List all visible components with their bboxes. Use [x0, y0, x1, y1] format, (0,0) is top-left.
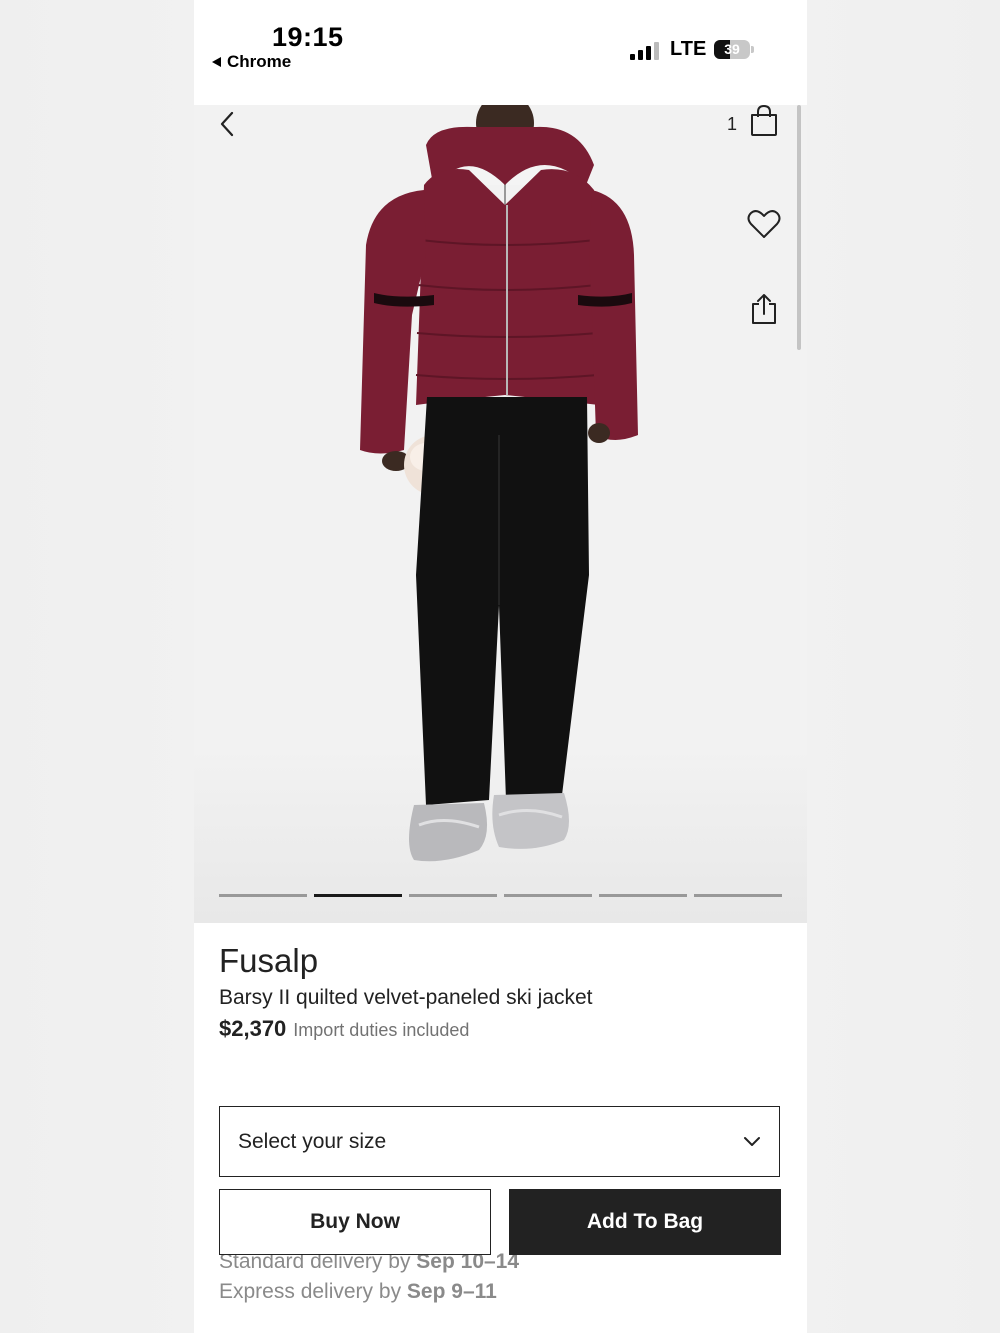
- duties-note: Import duties included: [293, 1020, 470, 1040]
- product-price: $2,370: [219, 1016, 287, 1041]
- delivery-info: Standard delivery by Sep 10–14 Express d…: [219, 1247, 519, 1307]
- gallery-pagination: [219, 894, 782, 897]
- bag-count: 1: [727, 114, 738, 134]
- pagination-dot[interactable]: [219, 894, 307, 897]
- product-name: Barsy II quilted velvet-paneled ski jack…: [219, 986, 593, 1009]
- battery-level: 39: [724, 41, 740, 57]
- phone-screen: 19:15 Chrome LTE 39 1 Fusalp Barsy II qu…: [194, 0, 807, 1333]
- back-button[interactable]: [214, 109, 240, 139]
- pagination-dot[interactable]: [409, 894, 497, 897]
- size-selector[interactable]: Select your size: [219, 1106, 780, 1177]
- network-type: LTE: [670, 38, 707, 60]
- back-triangle-icon: [212, 57, 221, 67]
- status-time: 19:15: [272, 22, 344, 52]
- express-delivery: Express delivery by Sep 9–11: [219, 1280, 497, 1303]
- pagination-dot[interactable]: [504, 894, 592, 897]
- heart-icon: [747, 210, 781, 238]
- back-app-label: Chrome: [227, 52, 292, 71]
- status-bar: 19:15 Chrome LTE 39: [194, 0, 807, 105]
- product-brand[interactable]: Fusalp: [219, 942, 318, 980]
- back-to-app-link[interactable]: Chrome: [212, 52, 291, 72]
- shopping-bag-icon: [751, 105, 777, 136]
- battery-icon: 39: [714, 40, 754, 59]
- pagination-dot-active[interactable]: [314, 894, 402, 897]
- add-to-bag-button[interactable]: Add To Bag: [509, 1189, 781, 1255]
- product-image: [360, 105, 638, 862]
- shopping-bag-button[interactable]: [748, 105, 780, 142]
- pagination-dot[interactable]: [694, 894, 782, 897]
- size-selector-label: Select your size: [238, 1129, 387, 1153]
- buy-now-button[interactable]: Buy Now: [219, 1189, 491, 1255]
- scrollbar[interactable]: [797, 105, 801, 350]
- pagination-dot[interactable]: [599, 894, 687, 897]
- chevron-left-icon: [220, 111, 234, 137]
- chevron-down-icon: [744, 1136, 760, 1146]
- share-icon: [752, 294, 776, 324]
- product-image-gallery[interactable]: 1: [194, 105, 807, 923]
- share-button[interactable]: [750, 293, 778, 330]
- price-row: $2,370 Import duties included: [219, 1016, 469, 1042]
- wishlist-button[interactable]: [747, 208, 781, 245]
- cellular-signal-icon: [630, 42, 659, 60]
